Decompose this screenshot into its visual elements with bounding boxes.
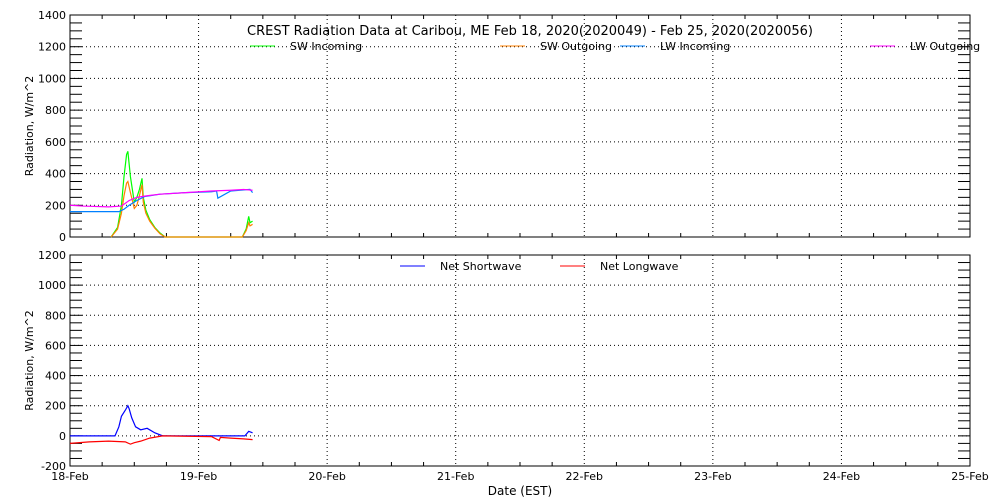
- y-axis-label: Radiation, W/m^2: [23, 76, 36, 177]
- legend-label: SW Incoming: [290, 40, 362, 53]
- series-line-net-longwave: [69, 435, 253, 445]
- y-tick-label: 400: [45, 370, 66, 383]
- y-axis-label: Radiation, W/m^2: [23, 310, 36, 411]
- x-tick-label: 20-Feb: [308, 470, 345, 483]
- legend-label: Net Shortwave: [440, 260, 522, 273]
- legend-label: LW Outgoing: [910, 40, 980, 53]
- x-tick-label: 18-Feb: [51, 470, 88, 483]
- x-tick-label: 23-Feb: [694, 470, 731, 483]
- y-tick-label: 200: [45, 199, 66, 212]
- legend-label: SW Outgoing: [540, 40, 612, 53]
- x-tick-label: 25-Feb: [951, 470, 988, 483]
- x-tick-label: 19-Feb: [180, 470, 217, 483]
- x-tick-label: 21-Feb: [437, 470, 474, 483]
- y-tick-label: 0: [59, 231, 66, 244]
- y-tick-label: 1200: [38, 249, 66, 262]
- series-line-lw-outgoing: [69, 188, 253, 208]
- y-tick-label: 200: [45, 400, 66, 413]
- y-tick-label: 1000: [38, 72, 66, 85]
- x-axis-label: Date (EST): [488, 484, 552, 498]
- y-tick-label: 800: [45, 104, 66, 117]
- y-tick-label: 1400: [38, 9, 66, 22]
- y-tick-label: 600: [45, 339, 66, 352]
- legend-label: Net Longwave: [600, 260, 679, 273]
- y-tick-label: 1200: [38, 41, 66, 54]
- series-line-lw-incoming: [70, 188, 254, 213]
- y-tick-label: 800: [45, 309, 66, 322]
- plot-frame-1: [69, 254, 971, 467]
- chart-title: CREST Radiation Data at Caribou, ME Feb …: [247, 24, 813, 39]
- radiation-chart: CREST Radiation Data at Caribou, ME Feb …: [23, 9, 989, 498]
- plot-frame-0: [69, 14, 971, 238]
- legend-label: LW Incoming: [660, 40, 730, 53]
- series-line-sw-incoming: [110, 151, 253, 238]
- x-tick-label: 22-Feb: [566, 470, 603, 483]
- y-tick-label: 0: [59, 430, 66, 443]
- x-tick-label: 24-Feb: [823, 470, 860, 483]
- y-tick-label: 1000: [38, 279, 66, 292]
- y-tick-label: 600: [45, 136, 66, 149]
- series-line-net-shortwave: [70, 404, 253, 437]
- y-tick-label: 400: [45, 168, 66, 181]
